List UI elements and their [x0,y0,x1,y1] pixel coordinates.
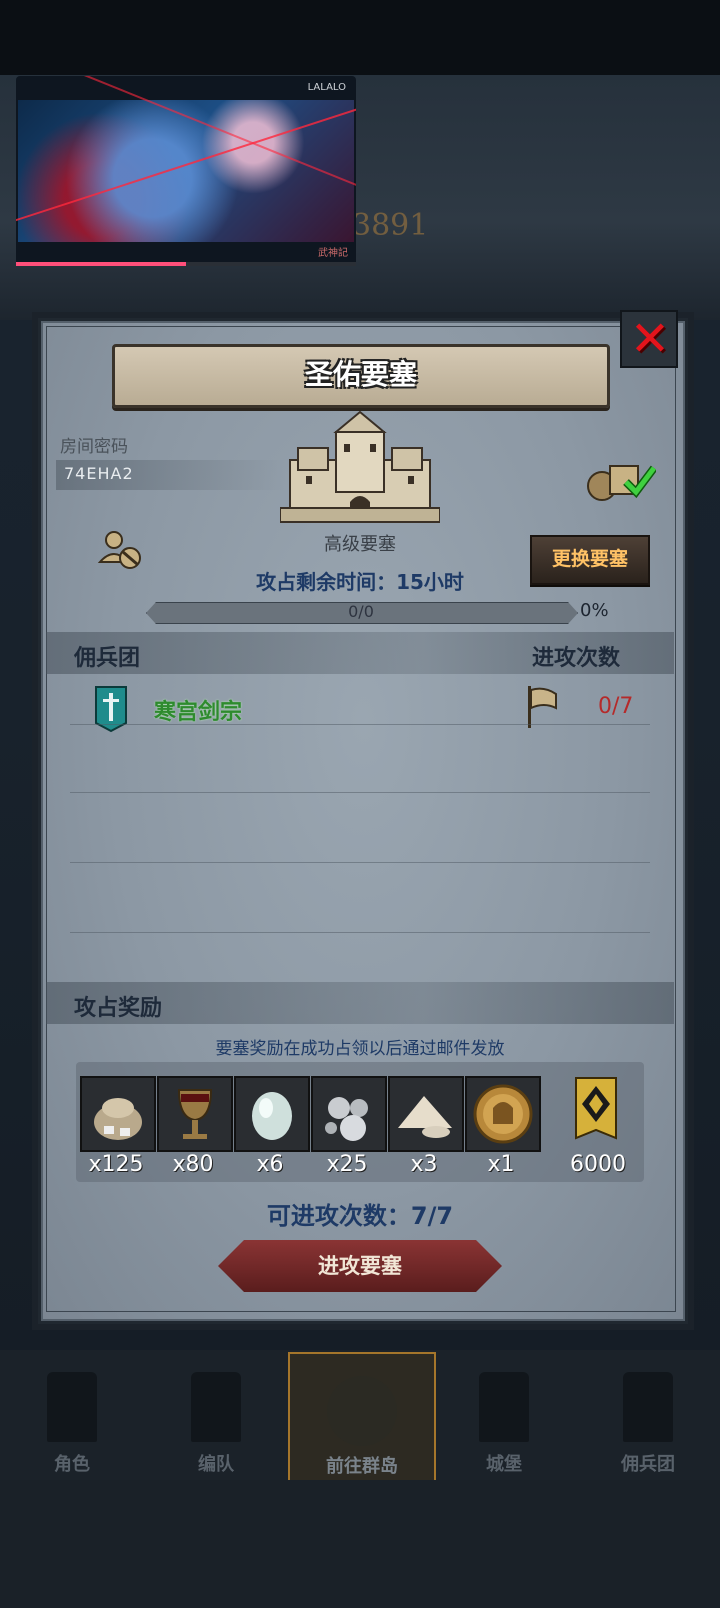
room-code-label: 房间密码 [60,437,128,457]
nav-item-mercenaries[interactable]: 佣兵团 [576,1352,720,1478]
supply-check-icon[interactable] [586,456,656,502]
nav-item-castle[interactable]: 城堡 [432,1352,576,1478]
nav-label: 城堡 [486,1454,522,1475]
row-divider [70,932,650,933]
guild-name[interactable]: 寒宫剑宗 [154,694,242,726]
reward-count: x125 [88,1152,144,1177]
nav-item-character[interactable]: 角色 [0,1352,144,1478]
nav-label: 编队 [198,1454,234,1475]
reward-note: 要塞奖励在成功占领以后通过邮件发放 [215,1039,505,1059]
mercenary-section-title: 佣兵团 [74,646,141,671]
knight-icon [47,1372,97,1442]
reward-count: x6 [256,1152,284,1177]
knight-coin-icon[interactable] [465,1076,541,1152]
close-icon: ✕ [629,311,671,367]
attack-fortress-label[interactable]: 进攻要塞 [218,1240,502,1292]
nav-item-formation[interactable]: 编队 [144,1352,288,1478]
pearl-stone-icon[interactable] [234,1076,310,1152]
helmet-icon [191,1372,241,1442]
video-progress-fill [16,262,186,266]
floating-video-player[interactable]: LALALO 武神記 [16,76,356,266]
bottom-background [0,1480,720,1608]
salt-pile-icon[interactable] [388,1076,464,1152]
video-frame [18,100,354,242]
occupation-timer: 攻占剩余时间：15小时 [256,570,464,594]
reward-section-title: 攻占奖励 [74,996,163,1021]
reward-count: x80 [172,1152,214,1177]
nav-label: 前往群岛 [326,1456,398,1477]
nav-label: 角色 [54,1454,90,1475]
reward-count: x3 [410,1152,438,1177]
nav-item-islands[interactable]: 前往群岛 [288,1352,436,1482]
background-number: 3891 [352,208,429,243]
reward-count: x25 [326,1152,368,1177]
goblet-icon[interactable] [157,1076,233,1152]
video-watermark-bottom: 武神記 [318,248,348,259]
fortress-castle-icon [280,410,440,523]
compass-icon [327,1376,397,1446]
available-attacks: 可进攻次数：7/7 [266,1202,454,1230]
guild-emblem-icon [95,686,127,733]
guild-rank-icon[interactable] [570,1076,622,1148]
row-divider [70,792,650,793]
ore-sack-icon[interactable] [80,1076,156,1152]
guild-attack-count: 0/7 [598,694,634,719]
reward-count: x1 [487,1152,515,1177]
attack-count-header: 进攻次数 [532,646,621,671]
silver-nuggets-icon[interactable] [311,1076,387,1152]
room-code-value[interactable]: 74EHA2 [64,464,134,483]
castle-icon [479,1372,529,1442]
row-divider [70,862,650,863]
occupation-progress-text: 0/0 [348,602,374,621]
fortress-level: 高级要塞 [324,534,396,555]
row-divider [70,724,650,725]
nav-label: 佣兵团 [621,1454,675,1475]
close-button[interactable]: ✕ [620,310,678,368]
occupation-progress-percent: 0% [580,600,609,621]
no-entry-user-icon [97,531,141,569]
video-watermark-top: LALALO [307,82,346,93]
tower-icon [623,1372,673,1442]
reward-count: 6000 [570,1152,626,1177]
panel-title: 圣佑要塞 [304,358,417,391]
